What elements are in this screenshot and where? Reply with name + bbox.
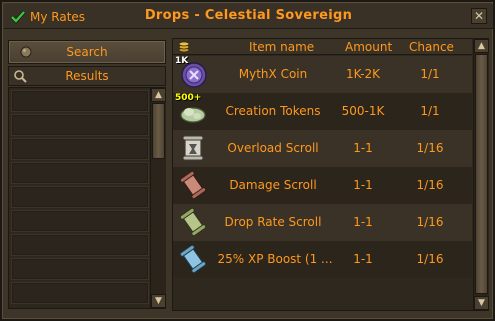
result-slot[interactable] (11, 90, 149, 112)
search-label: Search (66, 45, 108, 59)
results-list: ▲ ▼ (8, 87, 166, 309)
table-row[interactable]: 1K MythX Coin 1K-2K 1/1 (173, 56, 472, 93)
title-bar: My Rates Drops - Celestial Sovereign ✕ (4, 4, 493, 29)
item-amount: 1-1 (353, 215, 373, 229)
results-label: Results (65, 69, 109, 83)
item-chance: 1/16 (416, 252, 444, 266)
item-amount: 1-1 (353, 252, 373, 266)
table-row[interactable]: 500+ Creation Tokens 500-1K 1/1 (173, 93, 472, 130)
item-chance: 1/16 (416, 141, 444, 155)
checkmark-icon (10, 10, 26, 24)
results-scroll-thumb[interactable] (152, 103, 165, 159)
column-header-chance[interactable]: Chance (409, 40, 454, 54)
column-header-amount[interactable]: Amount (345, 40, 392, 54)
item-chance: 1/16 (416, 178, 444, 192)
result-slot[interactable] (11, 258, 149, 280)
drops-scroll-down-arrow-icon[interactable]: ▼ (474, 296, 489, 310)
magnifier-icon (14, 70, 27, 83)
results-header: Results (8, 66, 166, 86)
drops-scrollbar[interactable]: ▲ ▼ (473, 39, 489, 310)
results-scrollbar[interactable]: ▲ ▼ (150, 88, 166, 308)
table-row[interactable]: Drop Rate Scroll 1-1 1/16 (173, 204, 472, 241)
result-slot[interactable] (11, 162, 149, 184)
item-amount: 1K-2K (345, 67, 381, 81)
item-chance: 1/1 (420, 104, 440, 118)
drops-window: My Rates Drops - Celestial Sovereign ✕ S… (0, 0, 495, 321)
result-slot[interactable] (11, 210, 149, 232)
results-scroll-down-arrow-icon[interactable]: ▼ (151, 294, 166, 308)
result-slot[interactable] (11, 186, 149, 208)
result-slot[interactable] (11, 234, 149, 256)
drops-scroll-up-arrow-icon[interactable]: ▲ (474, 39, 489, 53)
results-scroll-up-arrow-icon[interactable]: ▲ (151, 88, 166, 102)
close-icon: ✕ (473, 9, 485, 23)
my-rates-toggle[interactable]: My Rates (10, 7, 85, 26)
result-slot[interactable] (11, 138, 149, 160)
table-row[interactable]: 25% XP Boost (1 ... 1-1 1/16 (173, 241, 472, 278)
column-header-item-name[interactable]: Item name (249, 40, 314, 54)
stack-count: 500+ (175, 93, 202, 103)
close-button[interactable]: ✕ (471, 8, 487, 24)
stack-count: 1K (175, 56, 189, 66)
item-chance: 1/16 (416, 215, 444, 229)
table-row[interactable]: Damage Scroll 1-1 1/16 (173, 167, 472, 204)
table-row[interactable]: Overload Scroll 1-1 1/16 (173, 130, 472, 167)
search-panel: Search Results ▲ ▼ (8, 40, 166, 311)
item-amount: 1-1 (353, 141, 373, 155)
drops-table: Item name Amount Chance 1K MythX Coin 1K… (172, 38, 489, 311)
item-amount: 500-1K (341, 104, 385, 118)
drops-scroll-thumb[interactable] (475, 54, 488, 294)
search-orb-icon (20, 46, 32, 58)
table-header: Item name Amount Chance (173, 39, 472, 55)
result-slot[interactable] (11, 114, 149, 136)
coins-sort-icon[interactable] (177, 41, 191, 53)
item-chance: 1/1 (420, 67, 440, 81)
result-slot[interactable] (11, 282, 149, 304)
my-rates-label: My Rates (30, 9, 86, 24)
item-amount: 1-1 (353, 178, 373, 192)
search-button[interactable]: Search (8, 40, 166, 64)
